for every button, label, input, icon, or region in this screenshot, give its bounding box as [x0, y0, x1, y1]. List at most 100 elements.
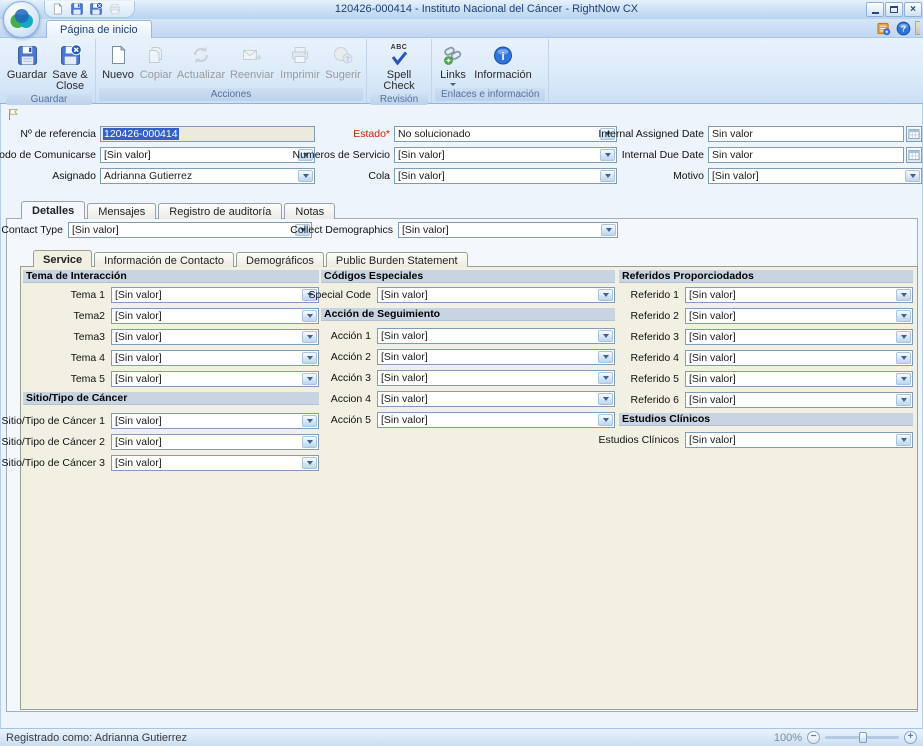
spell-check-button[interactable]: ABC Spell Check — [370, 40, 428, 93]
zoom-in-button[interactable]: + — [904, 731, 917, 744]
tab-home[interactable]: Página de inicio — [46, 20, 152, 38]
chevron-down-icon[interactable] — [598, 351, 613, 363]
status-bar: Registrado como: Adrianna Gutierrez 100%… — [0, 728, 923, 746]
motivo-dropdown[interactable]: [Sin valor] — [708, 168, 922, 184]
dropdown-value: [Sin valor] — [112, 373, 301, 385]
field-label: Internal Assigned Date — [598, 128, 704, 140]
numeros-servicio-dropdown[interactable]: [Sin valor] — [394, 147, 617, 163]
chevron-down-icon[interactable] — [598, 330, 613, 342]
modo-comunicarse-dropdown[interactable]: [Sin valor] — [100, 147, 315, 163]
header-fields-col2: Estado* No solucionado Numeros de Servic… — [302, 126, 617, 188]
chevron-down-icon[interactable] — [598, 372, 613, 384]
zoom-slider-thumb[interactable] — [859, 732, 867, 743]
tema-4-dropdown[interactable]: [Sin valor] — [111, 350, 319, 366]
window-controls: × — [866, 2, 922, 17]
informacion-button[interactable]: i Información — [471, 40, 535, 82]
field-row-estado: Estado* No solucionado — [302, 126, 617, 142]
minimize-button[interactable] — [866, 2, 884, 17]
referido-6-dropdown[interactable]: [Sin valor] — [685, 392, 913, 408]
section-header-accion: Acción de Seguimiento — [321, 308, 615, 321]
chevron-down-icon[interactable] — [302, 436, 317, 448]
zoom-out-button[interactable]: − — [807, 731, 820, 744]
field-label: Modo de Comunicarse — [0, 149, 96, 161]
tab-informacion-contacto[interactable]: Información de Contacto — [94, 252, 234, 267]
chevron-down-icon[interactable] — [896, 310, 911, 322]
chevron-down-icon[interactable] — [302, 457, 317, 469]
tab-notas[interactable]: Notas — [284, 203, 335, 219]
accion-1-dropdown[interactable]: [Sin valor] — [377, 328, 615, 344]
chevron-down-icon[interactable] — [896, 394, 911, 406]
field-label: Accion 4 — [331, 393, 371, 405]
chevron-down-icon[interactable] — [896, 352, 911, 364]
chevron-down-icon[interactable] — [302, 373, 317, 385]
tab-detalles[interactable]: Detalles — [21, 201, 85, 219]
referido-5-dropdown[interactable]: [Sin valor] — [685, 371, 913, 387]
chevron-down-icon[interactable] — [896, 373, 911, 385]
tema-3-dropdown[interactable]: [Sin valor] — [111, 329, 319, 345]
cola-dropdown[interactable]: [Sin valor] — [394, 168, 617, 184]
save-icon[interactable] — [69, 2, 84, 16]
special-code-dropdown[interactable]: [Sin valor] — [377, 287, 615, 303]
guardar-button[interactable]: Guardar — [6, 40, 48, 82]
tab-row-icons: ? — [875, 20, 920, 36]
tema-2-dropdown[interactable]: [Sin valor] — [111, 308, 319, 324]
calendar-icon[interactable] — [906, 147, 922, 163]
sitio-tipo-cancer-1-dropdown[interactable]: [Sin valor] — [111, 413, 319, 429]
calendar-icon[interactable] — [906, 126, 922, 142]
chevron-down-icon[interactable] — [598, 289, 613, 301]
save-and-close-button[interactable]: Save & Close — [48, 40, 92, 93]
contact-type-dropdown[interactable]: [Sin valor] — [68, 222, 312, 238]
referencia-field[interactable]: 120426-000414 — [100, 126, 315, 142]
save-as-icon[interactable] — [88, 2, 103, 16]
estudios-clinicos-dropdown[interactable]: [Sin valor] — [685, 432, 913, 448]
tab-registro-auditoria[interactable]: Registro de auditoría — [158, 203, 282, 219]
chevron-down-icon[interactable] — [896, 434, 911, 446]
internal-assigned-date-field[interactable]: Sin valor — [708, 126, 904, 142]
accion-5-dropdown[interactable]: [Sin valor] — [377, 412, 615, 428]
tab-service[interactable]: Service — [33, 250, 92, 267]
ribbon-button-label: Spell Check — [373, 70, 425, 92]
actualizar-button: Actualizar — [175, 40, 227, 82]
chevron-down-icon[interactable] — [302, 352, 317, 364]
maximize-button[interactable] — [885, 2, 903, 17]
referido-1-dropdown[interactable]: [Sin valor] — [685, 287, 913, 303]
internal-due-date-field[interactable]: Sin valor — [708, 147, 904, 163]
chevron-down-icon[interactable] — [896, 289, 911, 301]
new-document-icon[interactable] — [50, 2, 65, 16]
tab-mensajes[interactable]: Mensajes — [87, 203, 156, 219]
links-button[interactable]: Links — [435, 40, 471, 87]
chevron-down-icon[interactable] — [302, 310, 317, 322]
collect-demographics-dropdown[interactable]: [Sin valor] — [398, 222, 618, 238]
help-icon[interactable]: ? — [895, 20, 911, 36]
tema-1-dropdown[interactable]: [Sin valor] — [111, 287, 319, 303]
chevron-down-icon[interactable] — [896, 331, 911, 343]
chevron-down-icon[interactable] — [302, 415, 317, 427]
svg-text:?: ? — [901, 24, 906, 33]
zoom-slider[interactable] — [825, 736, 899, 739]
dropdown-value: [Sin valor] — [101, 149, 297, 161]
field-label: Special Code — [309, 289, 371, 301]
updates-icon[interactable] — [875, 20, 891, 36]
accion-4-dropdown[interactable]: [Sin valor] — [377, 391, 615, 407]
sitio-tipo-cancer-3-dropdown[interactable]: [Sin valor] — [111, 455, 319, 471]
tab-public-burden[interactable]: Public Burden Statement — [326, 252, 468, 267]
referido-2-dropdown[interactable]: [Sin valor] — [685, 308, 913, 324]
close-button[interactable]: × — [904, 2, 922, 17]
suggest-icon: ? — [332, 42, 354, 68]
nuevo-button[interactable]: Nuevo — [99, 40, 137, 82]
referido-4-dropdown[interactable]: [Sin valor] — [685, 350, 913, 366]
tema-5-dropdown[interactable]: [Sin valor] — [111, 371, 319, 387]
chevron-down-icon[interactable] — [302, 331, 317, 343]
sitio-tipo-cancer-2-dropdown[interactable]: [Sin valor] — [111, 434, 319, 450]
application-menu-button[interactable] — [3, 1, 40, 38]
tab-demograficos[interactable]: Demográficos — [236, 252, 324, 267]
chevron-down-icon[interactable] — [598, 414, 613, 426]
estado-dropdown[interactable]: No solucionado — [394, 126, 617, 142]
accion-2-dropdown[interactable]: [Sin valor] — [377, 349, 615, 365]
accion-3-dropdown[interactable]: [Sin valor] — [377, 370, 615, 386]
asignado-dropdown[interactable]: Adrianna Gutierrez — [100, 168, 315, 184]
chevron-down-icon[interactable] — [601, 224, 616, 236]
chevron-down-icon[interactable] — [598, 393, 613, 405]
referido-3-dropdown[interactable]: [Sin valor] — [685, 329, 913, 345]
chevron-down-icon[interactable] — [905, 170, 920, 182]
